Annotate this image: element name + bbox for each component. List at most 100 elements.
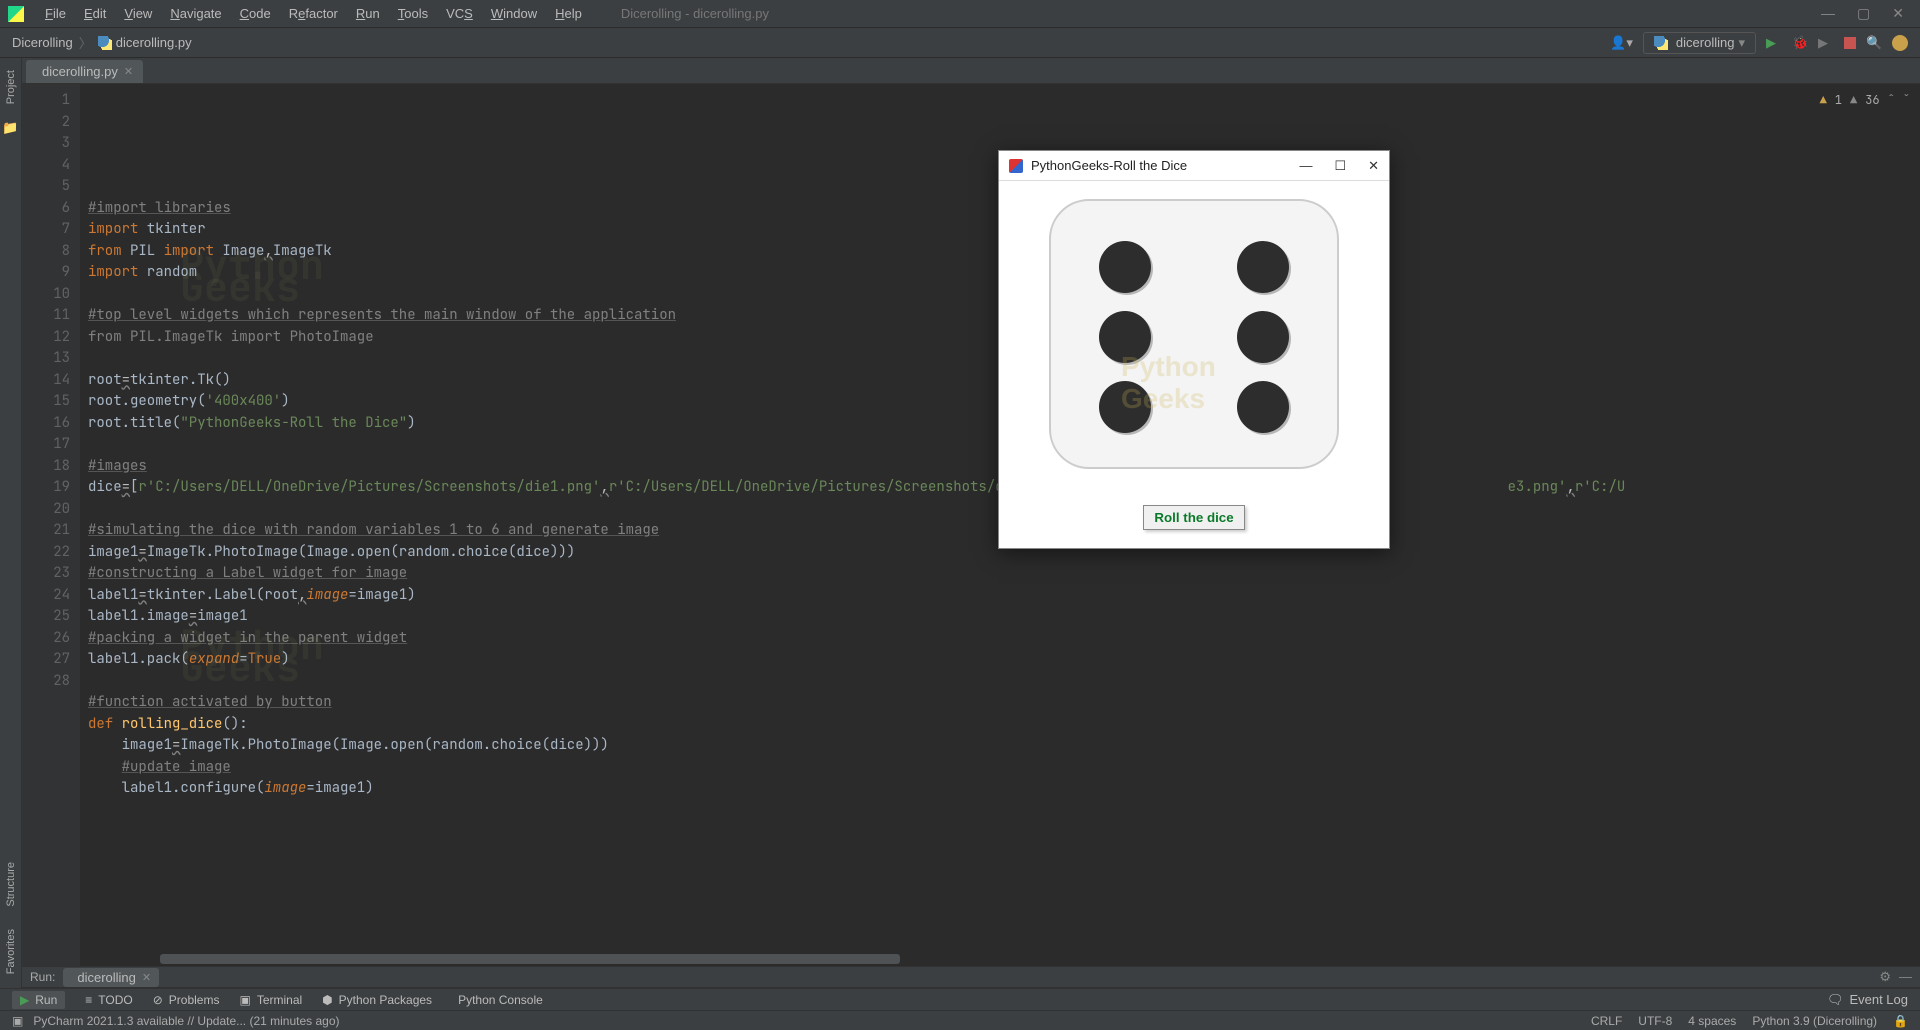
tk-title-bar: PythonGeeks-Roll the Dice — ☐ ✕ <box>999 151 1389 181</box>
weak-warning-icon: ▲ <box>1850 90 1857 112</box>
favorites-tool-button[interactable]: Favorites <box>5 923 17 980</box>
chevron-right-icon: 〉 <box>79 33 92 52</box>
indent[interactable]: 4 spaces <box>1688 1014 1736 1028</box>
pypkg-label: Python Packages <box>339 993 432 1007</box>
tk-maximize-icon[interactable]: ☐ <box>1334 158 1346 174</box>
run-tool-window-header: Run: dicerolling ✕ ⚙ — <box>22 966 1920 988</box>
status-message[interactable]: PyCharm 2021.1.3 available // Update... … <box>33 1014 339 1028</box>
menu-refactor[interactable]: Refactor <box>280 6 347 21</box>
line-gutter: 1234567891011121314151617181920212223242… <box>22 84 80 966</box>
bottom-tool-bar: ▶ Run ≡ TODO ⊘ Problems ▣ Terminal ⬢ Pyt… <box>0 988 1920 1010</box>
menu-help[interactable]: Help <box>546 6 591 21</box>
menu-window[interactable]: Window <box>482 6 546 21</box>
run-config-label: dicerolling <box>1676 35 1735 50</box>
account-icon[interactable] <box>1892 35 1908 51</box>
run-label: Run <box>35 993 57 1007</box>
project-tool-button[interactable]: Project <box>5 64 17 110</box>
weak-warning-count: 36 <box>1865 90 1879 112</box>
add-user-icon[interactable]: 👤▾ <box>1610 35 1633 51</box>
menu-navigate[interactable]: Navigate <box>161 6 230 21</box>
run-title: Run: <box>30 970 55 984</box>
menu-run[interactable]: Run <box>347 6 389 21</box>
editor-tab[interactable]: dicerolling.py ✕ <box>26 60 143 83</box>
structure-tool-button[interactable]: Structure <box>5 856 17 913</box>
minimize-icon[interactable]: — <box>1821 5 1835 22</box>
die-pip <box>1237 241 1289 293</box>
tab-label: dicerolling.py <box>42 64 118 79</box>
horizontal-scrollbar[interactable] <box>160 954 900 964</box>
close-icon[interactable]: ✕ <box>1892 5 1904 22</box>
menu-tools[interactable]: Tools <box>389 6 437 21</box>
hide-icon[interactable]: — <box>1899 969 1912 985</box>
python-file-icon <box>98 36 112 50</box>
python-packages-tool-button[interactable]: ⬢ Python Packages <box>322 993 432 1007</box>
python-console-tool-button[interactable]: Python Console <box>452 993 543 1007</box>
pyconsole-label: Python Console <box>458 993 543 1007</box>
play-icon: ▶ <box>20 993 29 1007</box>
die-pip <box>1099 381 1151 433</box>
terminal-tool-button[interactable]: ▣ Terminal <box>239 993 302 1007</box>
die-image: PythonGeeks <box>1049 199 1339 469</box>
package-icon: ⬢ <box>322 993 332 1007</box>
run-configuration-selector[interactable]: dicerolling ▾ <box>1643 32 1756 54</box>
gear-icon[interactable]: ⚙ <box>1879 969 1891 985</box>
tk-close-icon[interactable]: ✕ <box>1368 158 1379 174</box>
coverage-icon[interactable]: ▶ <box>1818 35 1834 51</box>
folder-icon[interactable]: 📁 <box>2 120 18 136</box>
breadcrumb-project[interactable]: Dicerolling <box>12 35 73 50</box>
die-pip <box>1237 381 1289 433</box>
navigation-bar: Dicerolling 〉 dicerolling.py 👤▾ diceroll… <box>0 28 1920 58</box>
left-tool-strip: Project 📁 Structure Favorites ★ <box>0 58 22 1010</box>
menu-view[interactable]: View <box>115 6 161 21</box>
roll-dice-button[interactable]: Roll the dice <box>1143 505 1244 530</box>
problems-tool-button[interactable]: ⊘ Problems <box>153 993 220 1007</box>
editor-area: 1234567891011121314151617181920212223242… <box>22 84 1920 966</box>
todo-label: TODO <box>98 993 132 1007</box>
warning-count: 1 <box>1835 90 1842 112</box>
problems-label: Problems <box>169 993 220 1007</box>
run-icon[interactable]: ▶ <box>1766 35 1782 51</box>
window-title: Dicerolling - dicerolling.py <box>621 6 769 21</box>
python-file-icon <box>1654 36 1668 50</box>
encoding[interactable]: UTF-8 <box>1638 1014 1672 1028</box>
editor-tabs: dicerolling.py ✕ <box>22 58 1920 84</box>
tkinter-app-window: PythonGeeks-Roll the Dice — ☐ ✕ PythonGe… <box>998 150 1390 549</box>
chevron-up-icon[interactable]: ˆ <box>1888 90 1895 112</box>
chevron-down-icon[interactable]: ˇ <box>1903 90 1910 112</box>
todo-tool-button[interactable]: ≡ TODO <box>85 993 132 1007</box>
breadcrumb-file[interactable]: dicerolling.py <box>116 35 192 50</box>
main-menu: FileEditViewNavigateCodeRefactorRunTools… <box>36 6 591 21</box>
inspections-widget[interactable]: ▲ 1 ▲ 36 ˆ ˇ <box>1820 90 1910 112</box>
search-icon[interactable]: 🔍 <box>1866 35 1882 51</box>
warning-icon: ▲ <box>1820 90 1827 112</box>
tk-window-title: PythonGeeks-Roll the Dice <box>1031 158 1187 173</box>
die-pip <box>1237 311 1289 363</box>
tool-windows-icon[interactable]: ▣ <box>12 1014 23 1028</box>
close-icon[interactable]: ✕ <box>142 971 151 984</box>
tk-body: PythonGeeks Roll the dice <box>999 181 1389 548</box>
line-separator[interactable]: CRLF <box>1591 1014 1622 1028</box>
menu-file[interactable]: File <box>36 6 75 21</box>
stop-icon[interactable] <box>1844 37 1856 49</box>
run-tool-button[interactable]: ▶ Run <box>12 991 65 1009</box>
menu-vcs[interactable]: VCS <box>437 6 482 21</box>
event-log-button[interactable]: Event Log <box>1849 992 1908 1007</box>
interpreter[interactable]: Python 3.9 (Dicerolling) <box>1752 1014 1877 1028</box>
alert-icon: ⊘ <box>153 993 163 1007</box>
tk-feather-icon <box>1009 159 1023 173</box>
event-log-icon: 🗨 <box>1827 992 1844 1008</box>
lock-icon[interactable]: 🔒 <box>1893 1014 1908 1028</box>
run-tab[interactable]: dicerolling ✕ <box>63 968 159 987</box>
pycharm-logo-icon <box>8 6 24 22</box>
status-bar: ▣ PyCharm 2021.1.3 available // Update..… <box>0 1010 1920 1030</box>
menu-edit[interactable]: Edit <box>75 6 115 21</box>
debug-icon[interactable]: 🐞 <box>1792 35 1808 51</box>
die-pip <box>1099 241 1151 293</box>
close-tab-icon[interactable]: ✕ <box>124 65 133 78</box>
terminal-icon: ▣ <box>239 993 250 1007</box>
tk-minimize-icon[interactable]: — <box>1299 158 1312 174</box>
chevron-down-icon: ▾ <box>1738 35 1745 51</box>
maximize-icon[interactable]: ▢ <box>1857 5 1870 22</box>
menu-code[interactable]: Code <box>231 6 280 21</box>
die-pip <box>1099 311 1151 363</box>
